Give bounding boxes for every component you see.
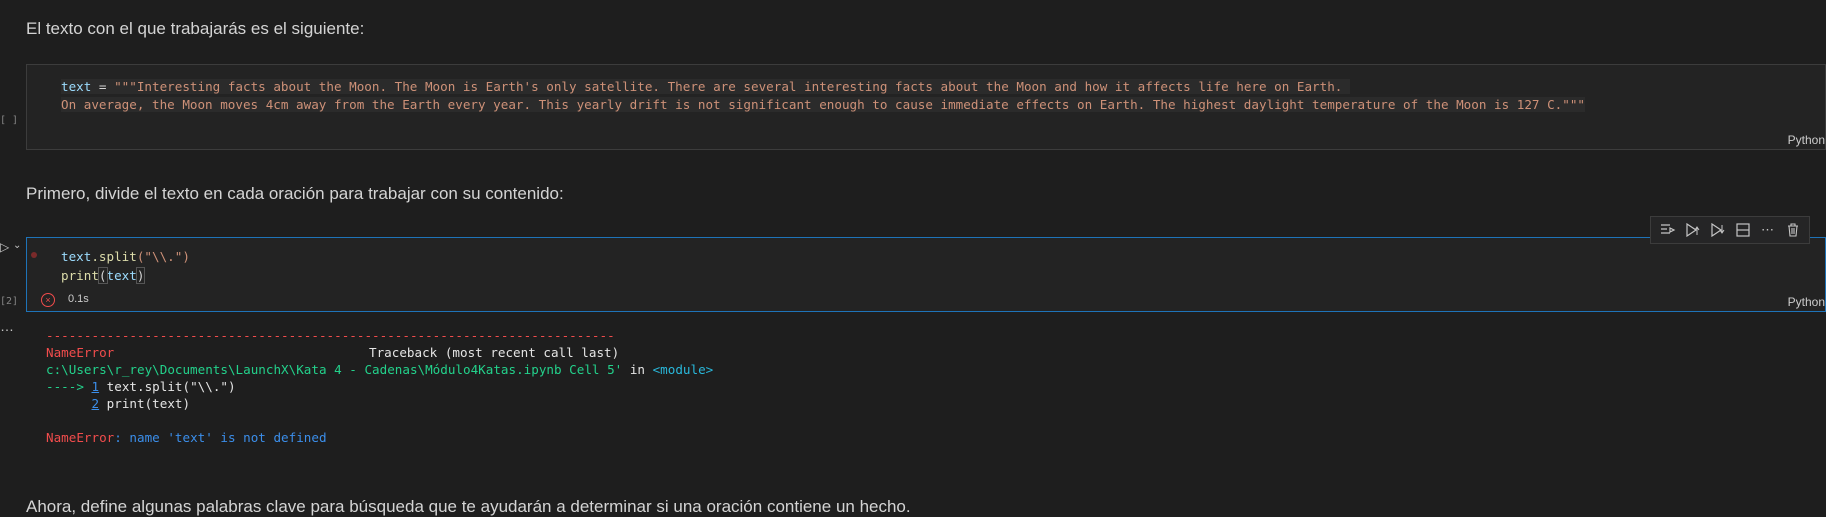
execution-time: 0.1s <box>68 293 89 305</box>
code-cell-1[interactable]: text = """Interesting facts about the Mo… <box>26 64 1826 150</box>
cell2-language-label[interactable]: Python <box>1788 295 1825 309</box>
run-cell-icon[interactable]: ▷ <box>0 240 9 254</box>
breakpoint-dot[interactable] <box>31 252 37 258</box>
execute-below-icon[interactable] <box>1709 221 1727 239</box>
split-cell-icon[interactable] <box>1734 221 1752 239</box>
error-status-icon: × <box>41 293 55 307</box>
cell1-line-2[interactable]: On average, the Moon moves 4cm away from… <box>61 95 1585 114</box>
chevron-down-icon[interactable]: ⌄ <box>13 240 21 251</box>
run-by-line-icon[interactable] <box>1659 221 1677 239</box>
cell2-line-1[interactable]: text.split("\\.") <box>61 247 190 266</box>
delete-icon[interactable] <box>1784 221 1802 239</box>
output-path: c:\Users\r_rey\Documents\LaunchX\Kata 4 … <box>46 362 714 377</box>
output-error-message: NameError: name 'text' is not defined <box>46 430 327 445</box>
output-header: NameError Traceback (most recent call las… <box>46 345 620 360</box>
cell1-language-label[interactable]: Python <box>1788 133 1825 147</box>
more-icon[interactable]: ⋯ <box>1759 221 1777 239</box>
cell2-line-2[interactable]: print(text) <box>61 266 146 285</box>
cell1-line-1[interactable]: text = """Interesting facts about the Mo… <box>61 77 1350 96</box>
markdown-split-intro: Primero, divide el texto en cada oración… <box>26 184 564 203</box>
execute-above-icon[interactable] <box>1684 221 1702 239</box>
cell2-exec-count[interactable]: [2] <box>0 296 18 307</box>
code-cell-2[interactable]: text.split("\\.") print(text) × 0.1s Pyt… <box>26 237 1826 312</box>
output-dashes: ----------------------------------------… <box>46 328 615 343</box>
output-line-2: 2 print(text) <box>91 396 191 411</box>
line-1-link[interactable]: 1 <box>92 379 100 394</box>
line-2-link[interactable]: 2 <box>92 396 100 411</box>
markdown-keywords-intro: Ahora, define algunas palabras clave par… <box>26 497 911 516</box>
markdown-intro: El texto con el que trabajarás es el sig… <box>26 19 365 38</box>
cell1-exec-count[interactable]: [ ] <box>0 115 18 126</box>
output-more-icon[interactable]: … <box>0 318 14 334</box>
output-line-1: ----> 1 text.split("\\.") <box>46 379 236 394</box>
cell-toolbar: ⋯ <box>1650 216 1810 244</box>
